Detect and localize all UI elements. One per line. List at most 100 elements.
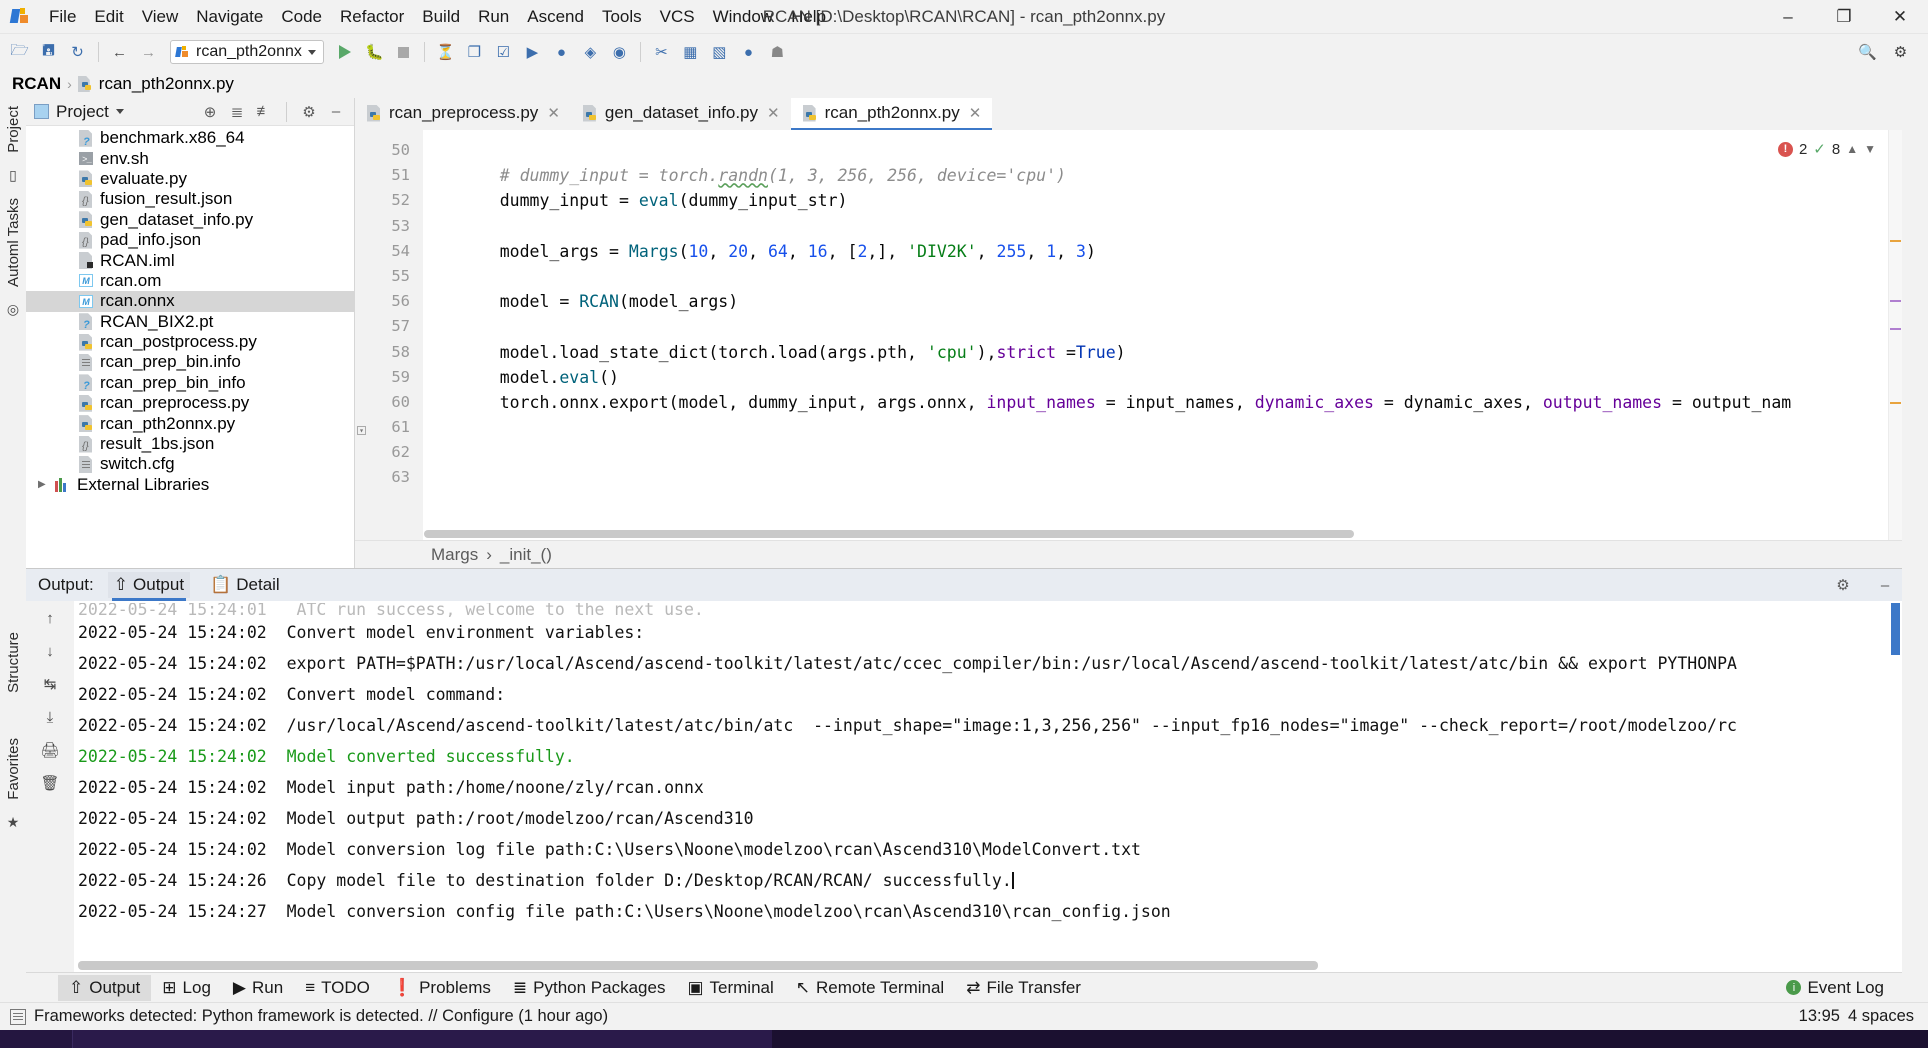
project-file-tree[interactable]: ? benchmark.x86_64 >_ env.sh evaluate.py {} fu… [26,126,354,568]
soft-wrap-icon[interactable]: ↹ [39,673,61,695]
indent-setting[interactable]: 4 spaces [1848,1007,1914,1026]
bottom-tab-log[interactable]: ⊞ Log [151,975,222,1001]
update-project-icon[interactable]: ⏳ [432,39,459,66]
expand-all-icon[interactable]: ≣ [227,102,247,122]
close-tab-icon[interactable]: ✕ [767,104,780,122]
tab-detail[interactable]: 📋 Detail [204,572,286,598]
sidebar-item-project[interactable]: Project [5,98,22,161]
tree-item[interactable]: rcan_postprocess.py [26,332,354,352]
bottom-tab-terminal[interactable]: ▣ Terminal [676,975,784,1001]
commit-icon[interactable]: ❐ [461,39,488,66]
download-icon[interactable]: ⤓ [39,706,61,728]
inspection-marker-strip[interactable] [1888,130,1902,540]
sync-icon[interactable]: ↻ [64,39,91,66]
debug-icon[interactable]: 🐛 [361,39,388,66]
code-line[interactable] [423,138,1888,163]
close-button[interactable]: ✕ [1872,0,1928,34]
deploy-icon[interactable]: ☗ [764,39,791,66]
editor-horizontal-scrollbar[interactable] [423,530,1886,540]
tree-item-external-libraries[interactable]: ▶ External Libraries [26,475,354,495]
scroll-from-source-icon[interactable]: ⊕ [200,102,220,122]
caret-position[interactable]: 13:95 [1799,1007,1840,1026]
editor-tab[interactable]: gen_dataset_info.py ✕ [571,98,791,130]
menu-build[interactable]: Build [413,4,469,30]
tree-item[interactable]: rcan_prep_bin.info [26,352,354,372]
tree-item[interactable]: switch.cfg [26,454,354,474]
code-content[interactable]: # dummy_input = torch.randn(1, 3, 256, 2… [423,130,1888,540]
bottom-tab-file-transfer[interactable]: ⇄ File Transfer [955,975,1092,1001]
sidebar-item-automl-tasks[interactable]: Automl Tasks [5,190,22,295]
chevron-up-icon[interactable]: ▲ [1846,142,1858,156]
tree-item[interactable]: Mrcan.onnx [26,291,354,312]
inspection-status-badge[interactable]: ! 2 ✓ 8 ▲ ▼ [1773,138,1880,160]
tab-output[interactable]: ⇧ Output [107,572,191,601]
run-configuration-selector[interactable]: rcan_pth2onnx [170,40,324,64]
menu-refactor[interactable]: Refactor [331,4,413,30]
tree-item[interactable]: rcan_preprocess.py [26,393,354,413]
bottom-tab-remote-terminal[interactable]: ↖ Remote Terminal [785,975,955,1001]
output-log[interactable]: 2022-05-24 15:24:01 ATC run success, wel… [74,601,1902,972]
code-line[interactable]: torch.onnx.export(model, dummy_input, ar… [423,390,1888,415]
settings-gear-icon[interactable]: ⚙ [1887,39,1914,66]
code-line[interactable]: dummy_input = eval(dummy_input_str) [423,188,1888,213]
menu-file[interactable]: File [40,4,85,30]
code-line[interactable]: # dummy_input = torch.randn(1, 3, 256, 2… [423,163,1888,188]
menu-vcs[interactable]: VCS [651,4,704,30]
tree-item[interactable]: ? rcan_prep_bin_info [26,373,354,393]
code-line[interactable] [423,465,1888,490]
code-line[interactable]: model.eval() [423,365,1888,390]
hide-panel-icon[interactable]: – [326,102,346,122]
minimize-icon[interactable]: – [1874,574,1896,596]
tree-item[interactable]: >_ env.sh [26,148,354,168]
close-tab-icon[interactable]: ✕ [547,104,560,122]
menu-code[interactable]: Code [272,4,331,30]
menu-navigate[interactable]: Navigate [187,4,272,30]
tree-item[interactable]: {} result_1bs.json [26,434,354,454]
code-line[interactable] [423,415,1888,440]
menu-ascend[interactable]: Ascend [518,4,593,30]
model-convert-icon[interactable]: ▦ [677,39,704,66]
code-line[interactable]: model = RCAN(model_args) [423,289,1888,314]
open-folder-icon[interactable]: 🗁 [6,39,33,66]
push-icon[interactable]: ☑ [490,39,517,66]
breadcrumb-method[interactable]: _init_() [500,545,552,565]
run-anything-icon[interactable]: ▶ [519,39,546,66]
scroll-up-icon[interactable]: ↑ [39,607,61,629]
tree-item[interactable]: {} pad_info.json [26,230,354,250]
tree-item[interactable]: evaluate.py [26,169,354,189]
minimize-button[interactable]: – [1760,0,1816,34]
menu-edit[interactable]: Edit [85,4,132,30]
favorites-star-icon[interactable]: ★ [7,814,20,831]
cut-icon[interactable]: ✂ [648,39,675,66]
bottom-tab-todo[interactable]: ≡ TODO [294,975,381,1001]
code-editor[interactable]: ▾ 50 51 52 53 54 55 56 57 58 59 60 61 62 63 # dummy_i… [355,130,1902,540]
gear-icon[interactable]: ⚙ [1832,574,1854,596]
stop-button[interactable] [390,39,417,66]
scroll-down-icon[interactable]: ↓ [39,640,61,662]
output-vertical-scrollbar[interactable] [1889,601,1902,972]
code-line[interactable] [423,440,1888,465]
code-fold-icon[interactable]: ▾ [357,426,366,435]
bottom-tab-python-packages[interactable]: ≣ Python Packages [502,975,677,1001]
event-log-button[interactable]: i Event Log [1786,978,1902,998]
code-line[interactable]: model.load_state_dict(torch.load(args.pt… [423,340,1888,365]
breadcrumb-class[interactable]: Margs [431,545,478,565]
forward-arrow-icon[interactable]: → [135,39,162,66]
tree-item[interactable]: RCAN.iml [26,250,354,270]
tree-item[interactable]: Mrcan.om [26,271,354,291]
print-icon[interactable]: 🖨 [39,739,61,761]
run-button[interactable] [332,39,359,66]
tree-item[interactable]: ? RCAN_BIX2.pt [26,312,354,332]
breadcrumb-file[interactable]: rcan_pth2onnx.py [99,74,234,94]
editor-tab[interactable]: rcan_preprocess.py ✕ [355,98,571,130]
output-horizontal-scrollbar[interactable] [78,961,1888,972]
project-folder-icon[interactable]: ▯ [9,167,17,184]
close-tab-icon[interactable]: ✕ [969,104,982,122]
menu-view[interactable]: View [133,4,188,30]
status-message[interactable]: Frameworks detected: Python framework is… [34,1007,608,1026]
bottom-tab-output[interactable]: ⇧ Output [58,974,152,1001]
trash-icon[interactable]: 🗑 [39,772,61,794]
tree-item[interactable]: ? benchmark.x86_64 [26,128,354,148]
chevron-right-icon[interactable]: ▶ [38,479,49,490]
sidebar-item-structure[interactable]: Structure [5,624,22,701]
